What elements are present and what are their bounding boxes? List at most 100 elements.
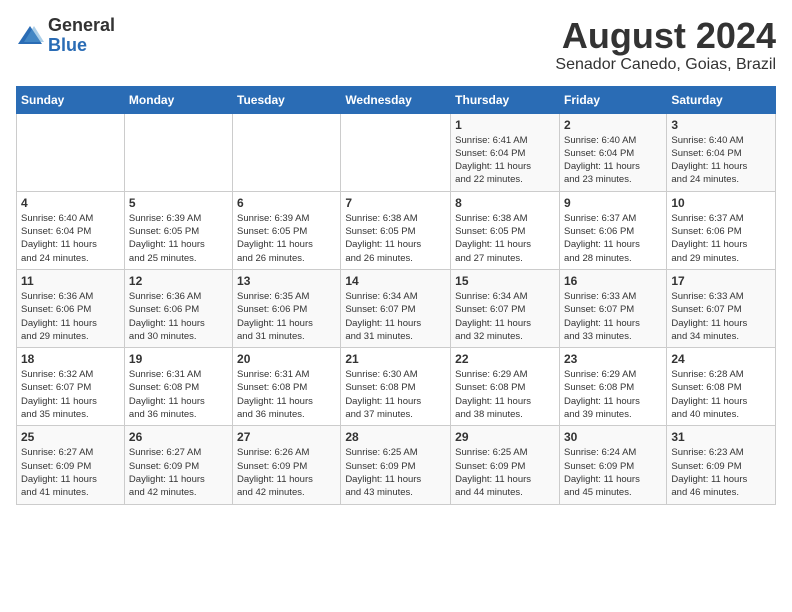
day-number: 31 (671, 430, 771, 444)
calendar-cell: 2Sunrise: 6:40 AM Sunset: 6:04 PM Daylig… (559, 113, 666, 191)
calendar-cell: 6Sunrise: 6:39 AM Sunset: 6:05 PM Daylig… (233, 191, 341, 269)
day-info: Sunrise: 6:33 AM Sunset: 6:07 PM Dayligh… (671, 290, 771, 343)
logo: General Blue (16, 16, 115, 56)
calendar-cell: 13 Sunrise: 6:35 AM Sunset: 6:06 PM Dayli… (233, 269, 341, 347)
day-number: 29 (455, 430, 555, 444)
calendar-cell: 18 Sunrise: 6:32 AM Sunset: 6:07 PM Dayli… (17, 348, 125, 426)
day-number: 30 (564, 430, 662, 444)
calendar-cell: 25Sunrise: 6:27 AM Sunset: 6:09 PM Dayli… (17, 426, 125, 504)
day-info: Sunrise: 6:40 AM Sunset: 6:04 PM Dayligh… (671, 134, 771, 187)
calendar-cell: 7 Sunrise: 6:38 AM Sunset: 6:05 PM Daylig… (341, 191, 451, 269)
day-info: Sunrise: 6:23 AM Sunset: 6:09 PM Dayligh… (671, 446, 771, 499)
day-info: Sunrise: 6:26 AM Sunset: 6:09 PM Dayligh… (237, 446, 336, 499)
calendar-cell: 11 Sunrise: 6:36 AM Sunset: 6:06 PM Dayli… (17, 269, 125, 347)
weekday-header-friday: Friday (559, 86, 666, 113)
day-info: Sunrise: 6:37 AM Sunset: 6:06 PM Dayligh… (671, 212, 771, 265)
page-header: General Blue August 2024 Senador Canedo,… (16, 16, 776, 74)
calendar-cell: 4 Sunrise: 6:40 AM Sunset: 6:04 PM Daylig… (17, 191, 125, 269)
day-info: Sunrise: 6:32 AM Sunset: 6:07 PM Dayligh… (21, 368, 120, 421)
calendar-cell: 14 Sunrise: 6:34 AM Sunset: 6:07 PM Dayli… (341, 269, 451, 347)
logo-general-text: General (48, 16, 115, 36)
weekday-header-thursday: Thursday (451, 86, 560, 113)
day-number: 3 (671, 118, 771, 132)
day-number: 22 (455, 352, 555, 366)
day-number: 21 (345, 352, 446, 366)
day-info: Sunrise: 6:39 AM Sunset: 6:05 PM Dayligh… (237, 212, 336, 265)
day-info: Sunrise: 6:28 AM Sunset: 6:08 PM Dayligh… (671, 368, 771, 421)
calendar-cell: 26Sunrise: 6:27 AM Sunset: 6:09 PM Dayli… (124, 426, 232, 504)
weekday-header-row: SundayMondayTuesdayWednesdayThursdayFrid… (17, 86, 776, 113)
calendar-cell: 10Sunrise: 6:37 AM Sunset: 6:06 PM Dayli… (667, 191, 776, 269)
day-info: Sunrise: 6:30 AM Sunset: 6:08 PM Dayligh… (345, 368, 446, 421)
calendar-cell: 19Sunrise: 6:31 AM Sunset: 6:08 PM Dayli… (124, 348, 232, 426)
day-info: Sunrise: 6:40 AM Sunset: 6:04 PM Dayligh… (21, 212, 120, 265)
day-info: Sunrise: 6:31 AM Sunset: 6:08 PM Dayligh… (237, 368, 336, 421)
calendar-cell: 27Sunrise: 6:26 AM Sunset: 6:09 PM Dayli… (233, 426, 341, 504)
weekday-header-sunday: Sunday (17, 86, 125, 113)
calendar-week-5: 25Sunrise: 6:27 AM Sunset: 6:09 PM Dayli… (17, 426, 776, 504)
day-info: Sunrise: 6:36 AM Sunset: 6:06 PM Dayligh… (129, 290, 228, 343)
calendar-week-2: 4 Sunrise: 6:40 AM Sunset: 6:04 PM Daylig… (17, 191, 776, 269)
calendar-cell (17, 113, 125, 191)
day-info: Sunrise: 6:41 AM Sunset: 6:04 PM Dayligh… (455, 134, 555, 187)
day-info: Sunrise: 6:39 AM Sunset: 6:05 PM Dayligh… (129, 212, 228, 265)
weekday-header-wednesday: Wednesday (341, 86, 451, 113)
calendar-week-3: 11 Sunrise: 6:36 AM Sunset: 6:06 PM Dayli… (17, 269, 776, 347)
calendar-cell: 5 Sunrise: 6:39 AM Sunset: 6:05 PM Daylig… (124, 191, 232, 269)
day-info: Sunrise: 6:33 AM Sunset: 6:07 PM Dayligh… (564, 290, 662, 343)
day-number: 18 (21, 352, 120, 366)
calendar-week-4: 18 Sunrise: 6:32 AM Sunset: 6:07 PM Dayli… (17, 348, 776, 426)
day-number: 16 (564, 274, 662, 288)
month-title: August 2024 (555, 16, 776, 56)
calendar-cell: 22Sunrise: 6:29 AM Sunset: 6:08 PM Dayli… (451, 348, 560, 426)
calendar-cell: 29 Sunrise: 6:25 AM Sunset: 6:09 PM Dayli… (451, 426, 560, 504)
calendar-week-1: 1 Sunrise: 6:41 AM Sunset: 6:04 PM Daylig… (17, 113, 776, 191)
weekday-header-tuesday: Tuesday (233, 86, 341, 113)
day-number: 13 (237, 274, 336, 288)
calendar-cell: 16 Sunrise: 6:33 AM Sunset: 6:07 PM Dayli… (559, 269, 666, 347)
calendar-cell (124, 113, 232, 191)
day-info: Sunrise: 6:24 AM Sunset: 6:09 PM Dayligh… (564, 446, 662, 499)
day-number: 11 (21, 274, 120, 288)
day-info: Sunrise: 6:35 AM Sunset: 6:06 PM Dayligh… (237, 290, 336, 343)
day-number: 25 (21, 430, 120, 444)
day-number: 28 (345, 430, 446, 444)
title-block: August 2024 Senador Canedo, Goias, Brazi… (555, 16, 776, 74)
day-number: 1 (455, 118, 555, 132)
day-info: Sunrise: 6:38 AM Sunset: 6:05 PM Dayligh… (345, 212, 446, 265)
calendar-cell: 3 Sunrise: 6:40 AM Sunset: 6:04 PM Daylig… (667, 113, 776, 191)
day-info: Sunrise: 6:38 AM Sunset: 6:05 PM Dayligh… (455, 212, 555, 265)
day-number: 23 (564, 352, 662, 366)
day-info: Sunrise: 6:34 AM Sunset: 6:07 PM Dayligh… (345, 290, 446, 343)
day-info: Sunrise: 6:36 AM Sunset: 6:06 PM Dayligh… (21, 290, 120, 343)
calendar-cell (233, 113, 341, 191)
day-number: 5 (129, 196, 228, 210)
day-number: 7 (345, 196, 446, 210)
calendar-cell: 31 Sunrise: 6:23 AM Sunset: 6:09 PM Dayli… (667, 426, 776, 504)
calendar-cell: 17Sunrise: 6:33 AM Sunset: 6:07 PM Dayli… (667, 269, 776, 347)
day-info: Sunrise: 6:25 AM Sunset: 6:09 PM Dayligh… (455, 446, 555, 499)
logo-icon (16, 22, 44, 50)
calendar-cell: 15 Sunrise: 6:34 AM Sunset: 6:07 PM Dayli… (451, 269, 560, 347)
logo-text: General Blue (48, 16, 115, 56)
logo-blue-text: Blue (48, 36, 115, 56)
day-number: 26 (129, 430, 228, 444)
calendar-cell: 8 Sunrise: 6:38 AM Sunset: 6:05 PM Daylig… (451, 191, 560, 269)
calendar-cell: 28 Sunrise: 6:25 AM Sunset: 6:09 PM Dayli… (341, 426, 451, 504)
calendar-cell: 1 Sunrise: 6:41 AM Sunset: 6:04 PM Daylig… (451, 113, 560, 191)
day-number: 4 (21, 196, 120, 210)
day-number: 8 (455, 196, 555, 210)
calendar-cell: 20 Sunrise: 6:31 AM Sunset: 6:08 PM Dayli… (233, 348, 341, 426)
calendar-cell: 30 Sunrise: 6:24 AM Sunset: 6:09 PM Dayli… (559, 426, 666, 504)
calendar-cell: 23Sunrise: 6:29 AM Sunset: 6:08 PM Dayli… (559, 348, 666, 426)
day-number: 20 (237, 352, 336, 366)
day-number: 15 (455, 274, 555, 288)
day-info: Sunrise: 6:34 AM Sunset: 6:07 PM Dayligh… (455, 290, 555, 343)
calendar-cell: 24Sunrise: 6:28 AM Sunset: 6:08 PM Dayli… (667, 348, 776, 426)
location-text: Senador Canedo, Goias, Brazil (555, 56, 776, 74)
day-number: 14 (345, 274, 446, 288)
day-number: 12 (129, 274, 228, 288)
day-info: Sunrise: 6:25 AM Sunset: 6:09 PM Dayligh… (345, 446, 446, 499)
calendar-cell: 21 Sunrise: 6:30 AM Sunset: 6:08 PM Dayli… (341, 348, 451, 426)
day-number: 2 (564, 118, 662, 132)
